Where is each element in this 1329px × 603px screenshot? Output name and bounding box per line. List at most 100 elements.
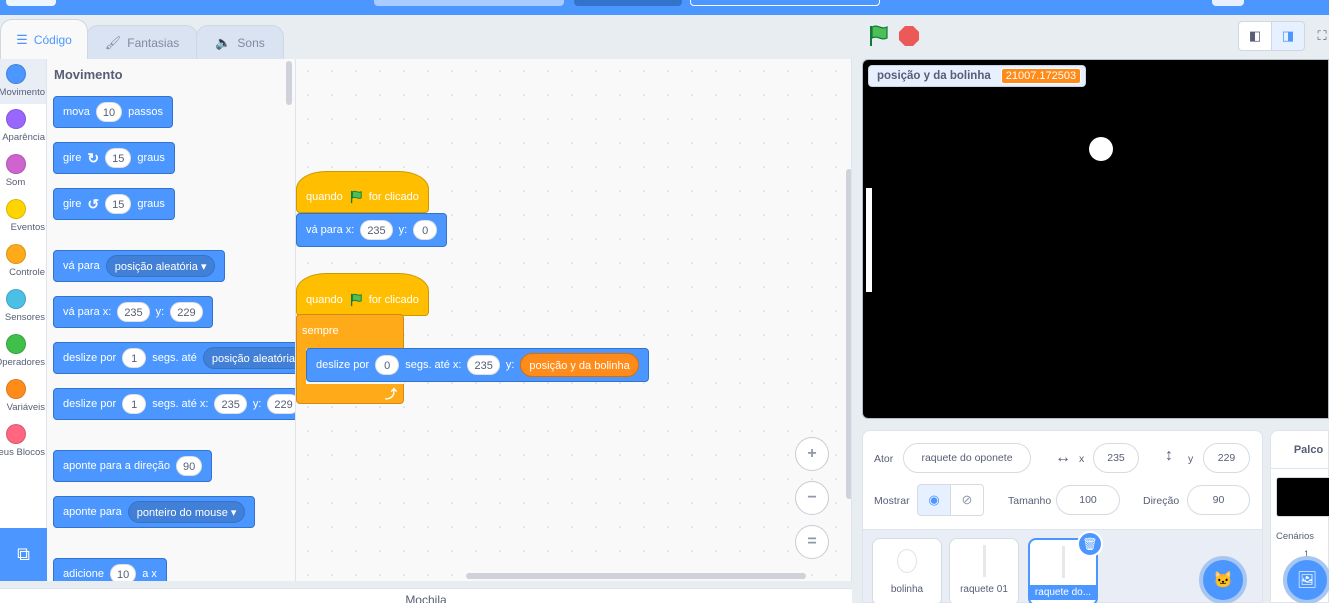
- category-sound[interactable]: Som: [0, 149, 46, 194]
- category-my-blocks-dot: [6, 424, 26, 444]
- size-field[interactable]: 100: [1056, 485, 1120, 515]
- category-events-label: Eventos: [10, 222, 45, 233]
- menu-share-button[interactable]: [574, 0, 682, 6]
- monitor-label: posição y da bolinha: [877, 70, 991, 82]
- block-go-to-xy[interactable]: vá para x: 235 y: 229: [53, 296, 213, 328]
- block-x-input[interactable]: 235: [360, 220, 393, 240]
- menu-project-page-button[interactable]: [690, 0, 880, 6]
- x-field[interactable]: 235: [1093, 443, 1139, 473]
- zoom-reset-button[interactable]: =: [795, 525, 829, 559]
- block-dropdown[interactable]: posição aleatória ▾: [105, 255, 216, 277]
- block-y-input[interactable]: 229: [267, 394, 295, 414]
- menu-account[interactable]: [1212, 0, 1244, 6]
- category-events[interactable]: Eventos: [0, 194, 46, 239]
- block-text: deslize por: [316, 359, 370, 371]
- category-looks[interactable]: Aparência: [0, 104, 46, 149]
- large-stage-button[interactable]: ◨: [1271, 21, 1305, 51]
- category-operators[interactable]: Operadores: [0, 329, 46, 374]
- script1-when-flag-clicked[interactable]: quando for clicado: [296, 171, 429, 213]
- block-text: y:: [398, 224, 408, 236]
- delete-sprite-button[interactable]: 🗑: [1077, 531, 1103, 557]
- block-number-input[interactable]: 10: [95, 102, 123, 122]
- block-dropdown[interactable]: ponteiro do mouse ▾: [127, 501, 246, 523]
- block-change-x[interactable]: adicione 10 a x: [53, 558, 167, 581]
- block-dropdown[interactable]: posição aleatória: [202, 347, 295, 369]
- category-sensing-dot: [6, 289, 26, 309]
- variable-monitor: posição y da bolinha 21007.172503: [868, 65, 1087, 87]
- block-y-input[interactable]: 229: [170, 302, 203, 322]
- sprite-name-field[interactable]: raquete do oponete: [903, 443, 1031, 473]
- category-my-blocks[interactable]: Meus Blocos: [0, 419, 46, 464]
- tab-costumes[interactable]: 🖌 Fantasias: [86, 25, 198, 59]
- sprite-thumb-image: [1062, 546, 1065, 578]
- block-text: y:: [155, 306, 165, 318]
- variable-reporter-ball-y[interactable]: posição y da bolinha: [520, 353, 639, 377]
- block-text: y:: [505, 359, 515, 371]
- stop-button[interactable]: [899, 26, 919, 46]
- block-x-input[interactable]: 235: [467, 355, 500, 375]
- menu-project-title-field[interactable]: [374, 0, 564, 6]
- tab-code[interactable]: ☰ Código: [0, 19, 88, 59]
- block-turn-left[interactable]: gire ↺ 15 graus: [53, 188, 175, 220]
- y-label: y: [1188, 453, 1194, 465]
- block-move-steps[interactable]: mova 10 passos: [53, 96, 174, 128]
- block-number-input[interactable]: 0: [375, 355, 400, 375]
- block-text: deslize por: [63, 398, 117, 410]
- category-motion[interactable]: Movimento: [0, 59, 46, 104]
- choose-sprite-button[interactable]: 🐱: [1199, 556, 1247, 603]
- category-variables-dot: [6, 379, 26, 399]
- category-control[interactable]: Controle: [0, 239, 46, 284]
- block-turn-right[interactable]: gire ↻ 15 graus: [53, 142, 175, 174]
- small-stage-button[interactable]: ◧: [1238, 21, 1272, 51]
- block-x-input[interactable]: 235: [214, 394, 247, 414]
- block-text: adicione: [63, 568, 104, 580]
- fullscreen-button[interactable]: ⛶: [1312, 21, 1329, 51]
- editor-tabs: ☰ Código 🖌 Fantasias 🔈 Sons: [0, 19, 300, 59]
- block-number-input[interactable]: 10: [109, 564, 137, 581]
- block-number-input[interactable]: 1: [122, 394, 147, 414]
- show-hidden-button[interactable]: ⊘: [950, 484, 984, 516]
- sprite-thumb-paddle-1[interactable]: raquete 01: [949, 538, 1019, 603]
- workspace-horizontal-scrollbar[interactable]: [466, 573, 806, 579]
- show-visible-button[interactable]: ◉: [917, 484, 951, 516]
- palette-scrollbar[interactable]: [286, 61, 292, 105]
- y-field[interactable]: 229: [1203, 443, 1250, 473]
- block-number-input[interactable]: 15: [105, 148, 132, 168]
- tab-costumes-label: Fantasias: [127, 35, 180, 50]
- add-extension-button[interactable]: ⧉: [0, 528, 47, 581]
- block-number-input[interactable]: 15: [105, 194, 132, 214]
- block-go-to[interactable]: vá para posição aleatória ▾: [53, 250, 226, 282]
- block-x-input[interactable]: 235: [117, 302, 150, 322]
- block-number-input[interactable]: 90: [176, 456, 203, 476]
- block-point-direction[interactable]: aponte para a direção 90: [53, 450, 213, 482]
- workspace-vertical-scrollbar[interactable]: [846, 169, 851, 499]
- block-text: graus: [137, 152, 165, 164]
- category-sensing[interactable]: Sensores: [0, 284, 46, 329]
- block-glide-to[interactable]: deslize por 1 segs. até posição aleatória: [53, 342, 295, 374]
- block-point-towards[interactable]: aponte para ponteiro do mouse ▾: [53, 496, 256, 528]
- stage-canvas[interactable]: posição y da bolinha 21007.172503: [862, 59, 1329, 419]
- block-text: y:: [252, 398, 262, 410]
- block-text: gire: [63, 152, 82, 164]
- direction-field[interactable]: 90: [1187, 485, 1250, 515]
- block-text: aponte para a direção: [63, 460, 171, 472]
- script2-glide-to-xy[interactable]: deslize por 0 segs. até x: 235 y: posição y d…: [306, 348, 649, 382]
- block-glide-to-xy[interactable]: deslize por 1 segs. até x: 235 y: 229: [53, 388, 295, 420]
- zoom-in-button[interactable]: +: [795, 437, 829, 471]
- block-number-input[interactable]: 1: [122, 348, 147, 368]
- backpack[interactable]: Mochila: [0, 588, 852, 603]
- block-y-input[interactable]: 0: [413, 220, 438, 240]
- category-variables[interactable]: Variáveis: [0, 374, 46, 419]
- zoom-out-button[interactable]: −: [795, 481, 829, 515]
- choose-backdrop-button[interactable]: 🖼: [1283, 556, 1329, 603]
- tab-sounds[interactable]: 🔈 Sons: [196, 25, 284, 59]
- script1-go-to-xy[interactable]: vá para x: 235 y: 0: [296, 213, 448, 247]
- paddle-sprite[interactable]: [866, 188, 872, 292]
- green-flag-run-button[interactable]: [866, 24, 890, 48]
- ball-sprite[interactable]: [1089, 137, 1113, 161]
- palette-category-title: Movimento: [54, 67, 123, 82]
- sprite-thumb-ball[interactable]: bolinha: [872, 538, 942, 603]
- show-label: Mostrar: [874, 495, 910, 507]
- menu-logo[interactable]: [6, 0, 56, 6]
- script2-when-flag-clicked[interactable]: quando for clicado: [296, 273, 429, 316]
